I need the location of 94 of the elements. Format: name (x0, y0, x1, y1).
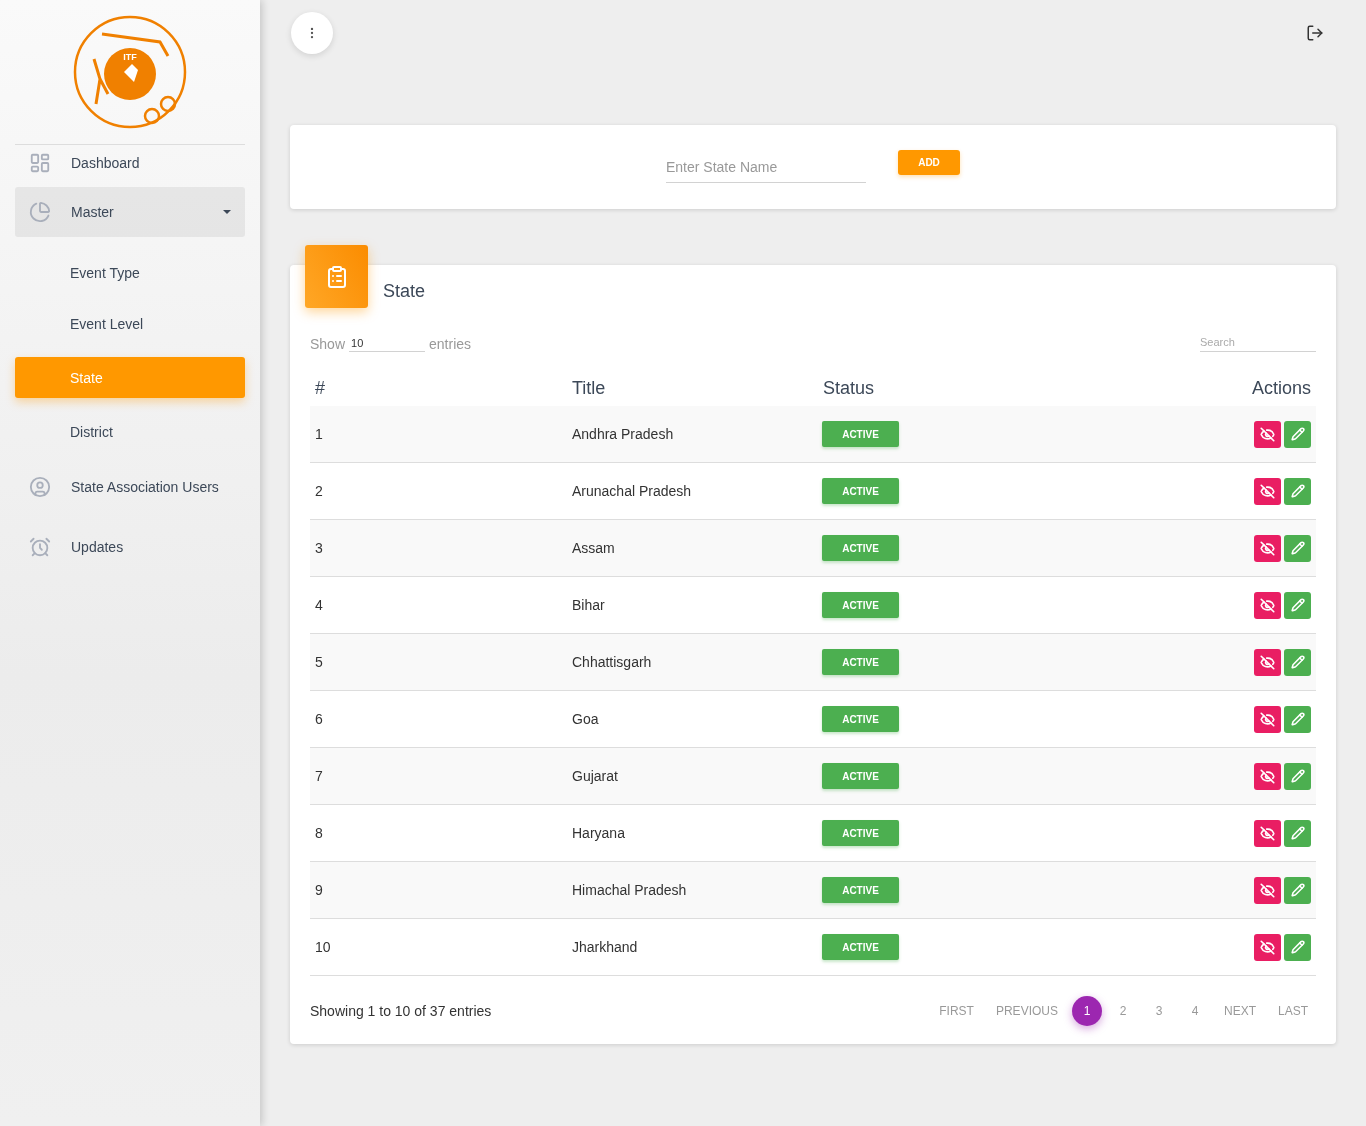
hide-button[interactable] (1254, 534, 1281, 562)
table-cell-text: Andhra Pradesh (571, 426, 675, 442)
card-title: State (383, 281, 426, 303)
logout-icon[interactable] (1306, 24, 1324, 42)
table-cell-text: 6 (314, 711, 324, 727)
table-cell-text: Chhattisgarh (571, 654, 653, 670)
table-cell-text: Goa (571, 711, 600, 727)
page-size-select[interactable]: 10 (349, 337, 426, 352)
edit-button[interactable] (1284, 819, 1311, 847)
pencil-icon (1290, 484, 1305, 498)
status-badge: ACTIVE (822, 535, 899, 561)
table-cell-text: 3 (314, 540, 324, 556)
column-header: Status (822, 377, 876, 399)
table-cell-text: 4 (314, 597, 324, 613)
pencil-icon (1290, 541, 1305, 555)
pencil-icon (1290, 883, 1305, 897)
status-badge: ACTIVE (822, 934, 899, 960)
hide-button[interactable] (1254, 420, 1281, 448)
status-badge: ACTIVE (822, 820, 899, 846)
eye-off-icon (1260, 597, 1275, 613)
table-cell-text: 7 (314, 768, 324, 784)
eye-off-icon (1260, 939, 1275, 955)
edit-button[interactable] (1284, 477, 1311, 505)
hide-button[interactable] (1254, 933, 1281, 961)
status-badge: ACTIVE (822, 706, 899, 732)
status-badge: ACTIVE (822, 763, 899, 789)
table-cell-text: Himachal Pradesh (571, 882, 688, 898)
edit-button[interactable] (1284, 420, 1311, 448)
pencil-icon (1290, 598, 1305, 612)
sidebar-subitem[interactable]: District (15, 406, 245, 457)
column-header: Title (571, 377, 607, 399)
table-cell-text: Gujarat (571, 768, 619, 784)
eye-off-icon (1260, 426, 1275, 442)
table-cell-text: 9 (314, 882, 324, 898)
hide-button[interactable] (1254, 819, 1281, 847)
edit-button[interactable] (1284, 591, 1311, 619)
table-cell-text: 10 (314, 939, 332, 955)
alarm-clock-icon (29, 536, 51, 558)
hide-button[interactable] (1254, 876, 1281, 904)
hide-button[interactable] (1254, 477, 1281, 505)
sidebar-subitem[interactable]: Event Type (15, 247, 245, 298)
entries-summary: Showing 1 to 10 of 37 entries (310, 1003, 492, 1019)
column-header: # (314, 377, 326, 399)
table-cell-text: 8 (314, 825, 324, 841)
table-cell-text: 1 (314, 426, 324, 442)
table-cell-text: Bihar (571, 597, 606, 613)
edit-button[interactable] (1284, 648, 1311, 676)
pencil-icon (1290, 826, 1305, 840)
eye-off-icon (1260, 483, 1275, 499)
edit-button[interactable] (1284, 705, 1311, 733)
table-cell-text: 2 (314, 483, 324, 499)
status-badge: ACTIVE (822, 421, 899, 447)
edit-button[interactable] (1284, 762, 1311, 790)
caret-icon (223, 210, 231, 214)
table-cell-text: 5 (314, 654, 324, 670)
hide-button[interactable] (1254, 705, 1281, 733)
pencil-icon (1290, 427, 1305, 441)
table-cell-text: Assam (571, 540, 616, 556)
eye-off-icon (1260, 711, 1275, 727)
edit-button[interactable] (1284, 876, 1311, 904)
eye-off-icon (1260, 825, 1275, 841)
status-badge: ACTIVE (822, 877, 899, 903)
pencil-icon (1290, 712, 1305, 726)
status-badge: ACTIVE (822, 649, 899, 675)
page-button[interactable]: 1 (1071, 996, 1102, 1026)
entries-label: entries (429, 336, 472, 352)
hide-button[interactable] (1254, 591, 1281, 619)
eye-off-icon (1260, 540, 1275, 556)
sidebar-item[interactable]: Dashboard (15, 145, 245, 181)
eye-off-icon (1260, 654, 1275, 670)
pencil-icon (1290, 940, 1305, 954)
status-badge: ACTIVE (822, 478, 899, 504)
sidebar-item[interactable]: Updates (15, 517, 245, 577)
user-icon (29, 476, 51, 498)
eye-off-icon (1260, 768, 1275, 784)
table-cell-text: Haryana (571, 825, 626, 841)
hide-button[interactable] (1254, 762, 1281, 790)
pencil-icon (1290, 655, 1305, 669)
sidebar-item[interactable]: Master (15, 187, 245, 237)
dashboard-icon (29, 152, 51, 174)
pie-chart-icon (29, 201, 51, 223)
edit-button[interactable] (1284, 534, 1311, 562)
hide-button[interactable] (1254, 648, 1281, 676)
search-field[interactable]: Search (1200, 336, 1316, 352)
sidebar-item[interactable]: State Association Users (15, 457, 245, 517)
table-cell-text: Jharkhand (571, 939, 639, 955)
status-badge: ACTIVE (822, 592, 899, 618)
column-header: Actions (1250, 377, 1312, 399)
table-cell-text: Arunachal Pradesh (571, 483, 693, 499)
sidebar-subitem[interactable]: Event Level (15, 298, 245, 349)
eye-off-icon (1260, 882, 1275, 898)
edit-button[interactable] (1284, 933, 1311, 961)
pencil-icon (1290, 769, 1305, 783)
show-label: Show (310, 336, 346, 352)
